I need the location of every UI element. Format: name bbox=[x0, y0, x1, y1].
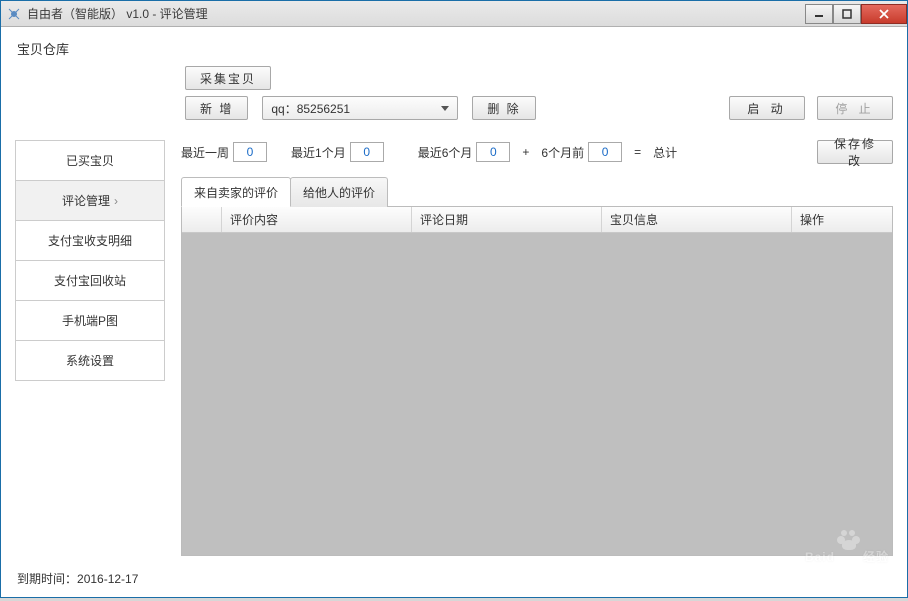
tab-others-comments[interactable]: 给他人的评价 bbox=[290, 177, 388, 207]
stop-button[interactable]: 停 止 bbox=[817, 96, 893, 120]
collect-button[interactable]: 采集宝贝 bbox=[185, 66, 271, 90]
tabs: 来自卖家的评价 给他人的评价 bbox=[181, 176, 893, 207]
plus-sign: + bbox=[520, 145, 531, 159]
th-content[interactable]: 评价内容 bbox=[222, 207, 412, 232]
account-combo[interactable]: qq：85256251 bbox=[262, 96, 458, 120]
chevron-down-icon bbox=[441, 106, 449, 111]
sidebar-item-label: 手机端P图 bbox=[62, 312, 118, 329]
sidebar-item-alipay-recycle[interactable]: 支付宝回收站 bbox=[15, 261, 165, 301]
filter-month1-input[interactable] bbox=[350, 142, 384, 162]
th-action[interactable]: 操作 bbox=[792, 207, 892, 232]
filter-month1-label: 最近1个月 bbox=[291, 144, 346, 161]
section-title: 宝贝仓库 bbox=[17, 39, 893, 58]
sidebar: 已买宝贝 评论管理 › 支付宝收支明细 支付宝回收站 手机端P图 系统设置 bbox=[15, 140, 165, 556]
sidebar-item-purchased[interactable]: 已买宝贝 bbox=[15, 141, 165, 181]
filter-week-input[interactable] bbox=[233, 142, 267, 162]
th-date[interactable]: 评论日期 bbox=[412, 207, 602, 232]
table-header: 评价内容 评论日期 宝贝信息 操作 bbox=[182, 207, 892, 233]
equals-sign: = bbox=[632, 145, 643, 159]
total-label: 总计 bbox=[653, 144, 677, 161]
table: 评价内容 评论日期 宝贝信息 操作 bbox=[181, 207, 893, 556]
tab-label: 给他人的评价 bbox=[303, 184, 375, 201]
save-changes-button[interactable]: 保存修改 bbox=[817, 140, 893, 164]
filter-month6-input[interactable] bbox=[476, 142, 510, 162]
expire-label: 到期时间： bbox=[17, 572, 77, 586]
sidebar-item-label: 评论管理 bbox=[62, 192, 110, 209]
sidebar-item-alipay-detail[interactable]: 支付宝收支明细 bbox=[15, 221, 165, 261]
maximize-button[interactable] bbox=[833, 4, 861, 24]
add-button[interactable]: 新 增 bbox=[185, 96, 248, 120]
start-button[interactable]: 启 动 bbox=[729, 96, 805, 120]
app-icon bbox=[7, 7, 21, 21]
tab-label: 来自卖家的评价 bbox=[194, 184, 278, 201]
footer: 到期时间：2016-12-17 bbox=[15, 566, 893, 589]
sidebar-item-label: 已买宝贝 bbox=[66, 152, 114, 169]
window-title: 自由者（智能版） v1.0 - 评论管理 bbox=[27, 5, 208, 22]
filter-before6-label: 6个月前 bbox=[541, 144, 584, 161]
th-blank[interactable] bbox=[182, 207, 222, 232]
th-item-info[interactable]: 宝贝信息 bbox=[602, 207, 792, 232]
minimize-button[interactable] bbox=[805, 4, 833, 24]
close-button[interactable] bbox=[861, 4, 907, 24]
sidebar-item-settings[interactable]: 系统设置 bbox=[15, 341, 165, 381]
sidebar-item-mobile-p[interactable]: 手机端P图 bbox=[15, 301, 165, 341]
filter-month6-label: 最近6个月 bbox=[418, 144, 473, 161]
sidebar-item-label: 系统设置 bbox=[66, 352, 114, 369]
sidebar-item-label: 支付宝回收站 bbox=[54, 272, 126, 289]
filter-row: 最近一周 最近1个月 最近6个月 + 6个月前 bbox=[181, 140, 893, 164]
titlebar: 自由者（智能版） v1.0 - 评论管理 bbox=[1, 1, 907, 27]
filter-week-label: 最近一周 bbox=[181, 144, 229, 161]
filter-before6-input[interactable] bbox=[588, 142, 622, 162]
tab-seller-comments[interactable]: 来自卖家的评价 bbox=[181, 177, 291, 207]
delete-button[interactable]: 删 除 bbox=[472, 96, 535, 120]
chevron-right-icon: › bbox=[114, 194, 118, 208]
combo-text: qq：85256251 bbox=[271, 100, 350, 117]
sidebar-item-label: 支付宝收支明细 bbox=[48, 232, 132, 249]
sidebar-item-comments[interactable]: 评论管理 › bbox=[15, 181, 165, 221]
expire-date: 2016-12-17 bbox=[77, 572, 138, 586]
table-body-empty bbox=[182, 233, 892, 555]
